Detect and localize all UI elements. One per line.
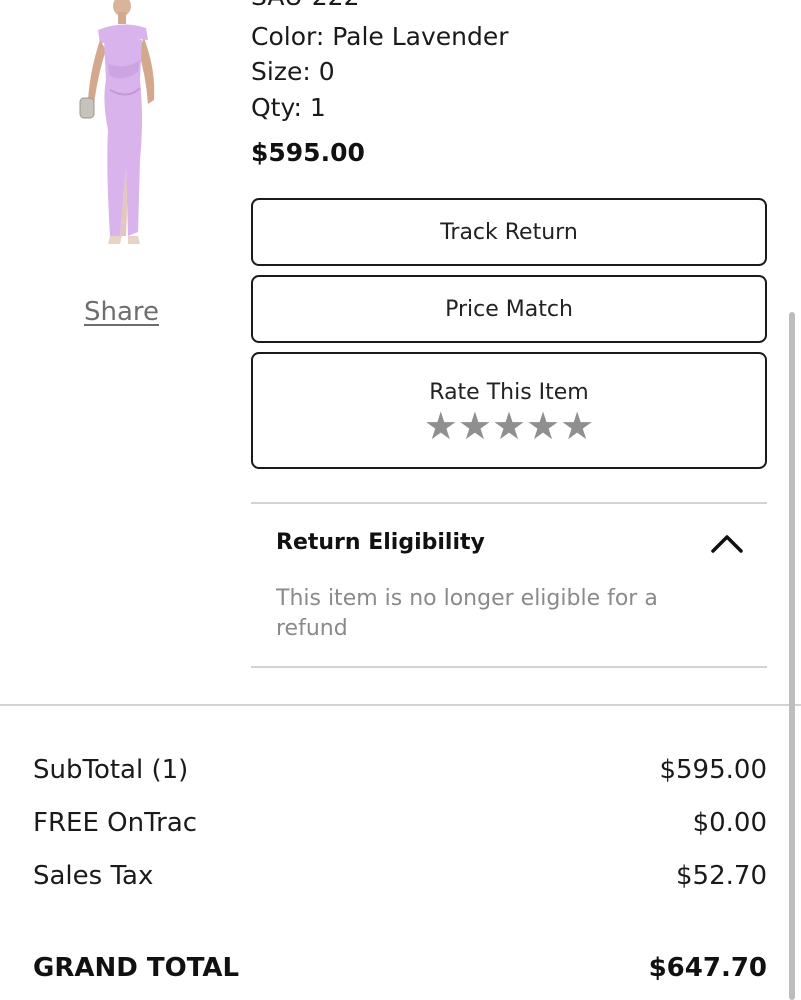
star-icon[interactable]: ★ <box>560 407 594 445</box>
star-icon[interactable]: ★ <box>424 407 458 445</box>
star-rating[interactable]: ★ ★ ★ ★ ★ <box>424 407 594 445</box>
shipping-value: $0.00 <box>692 808 767 838</box>
return-eligibility-title[interactable]: Return Eligibility <box>276 530 485 555</box>
track-return-button[interactable]: Track Return <box>251 198 767 266</box>
shipping-row: FREE OnTrac $0.00 <box>33 808 767 838</box>
product-qty: Qty: 1 <box>251 93 326 122</box>
price-match-button[interactable]: Price Match <box>251 275 767 343</box>
star-icon[interactable]: ★ <box>458 407 492 445</box>
sales-tax-value: $52.70 <box>676 861 767 891</box>
product-price: $595.00 <box>251 138 365 167</box>
shipping-label: FREE OnTrac <box>33 808 198 838</box>
sales-tax-row: Sales Tax $52.70 <box>33 861 767 891</box>
rate-item-button[interactable]: Rate This Item ★ ★ ★ ★ ★ <box>251 352 767 469</box>
grand-total-label: GRAND TOTAL <box>33 953 240 983</box>
product-color: Color: Pale Lavender <box>251 22 509 51</box>
grand-total-value: $647.70 <box>648 953 767 983</box>
rate-item-label: Rate This Item <box>429 380 589 405</box>
chevron-up-icon[interactable] <box>710 532 744 554</box>
subtotal-row: SubTotal (1) $595.00 <box>33 755 767 785</box>
star-icon[interactable]: ★ <box>526 407 560 445</box>
scrollbar[interactable] <box>789 312 795 1000</box>
subtotal-value: $595.00 <box>659 755 767 785</box>
return-eligibility-message: This item is no longer eligible for a re… <box>276 586 658 641</box>
divider <box>251 666 767 668</box>
section-divider <box>0 704 801 706</box>
sales-tax-label: Sales Tax <box>33 861 154 891</box>
product-size: Size: 0 <box>251 57 335 86</box>
grand-total-row: GRAND TOTAL $647.70 <box>33 953 767 983</box>
dress-photo-icon <box>79 0 155 244</box>
divider <box>251 502 767 504</box>
star-icon[interactable]: ★ <box>492 407 526 445</box>
product-sku: SAU-222 <box>251 0 359 11</box>
share-link[interactable]: Share <box>84 297 159 327</box>
subtotal-label: SubTotal (1) <box>33 755 189 785</box>
product-image[interactable] <box>70 0 170 255</box>
